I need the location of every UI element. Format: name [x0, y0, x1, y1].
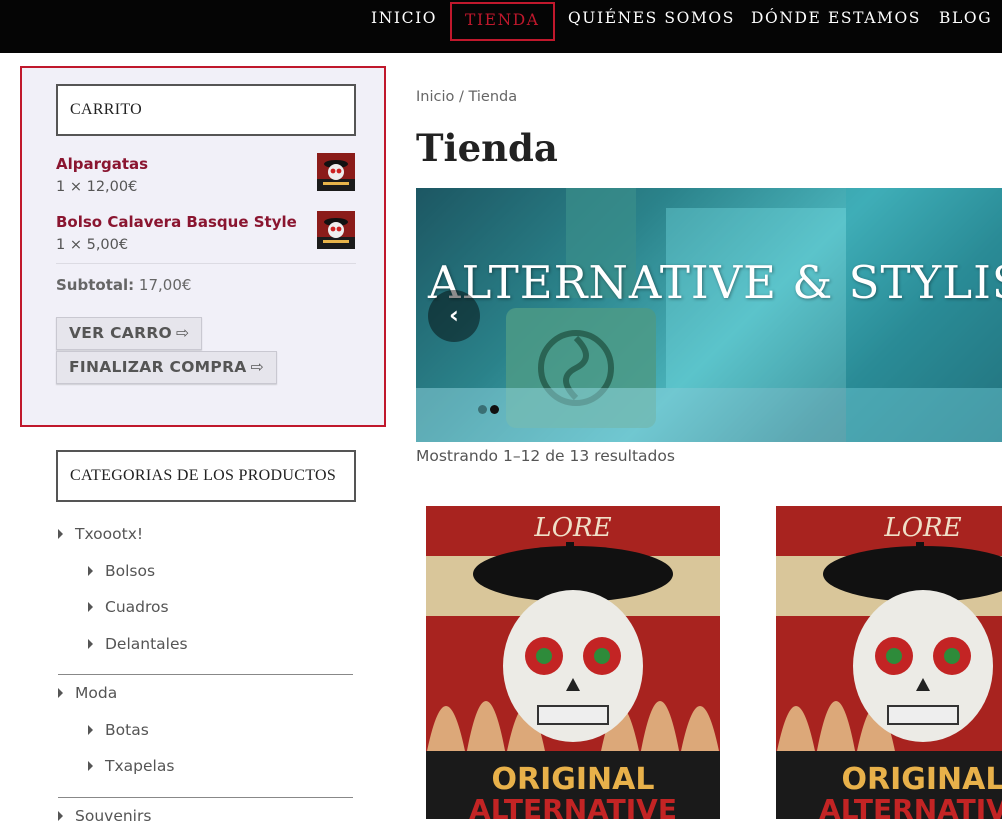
category-link-cuadros[interactable]: Cuadros [88, 598, 169, 616]
artwork-bottom-text-2: ALTERNATIVE [819, 793, 1002, 819]
subtotal-label: Subtotal: [56, 276, 135, 294]
category-divider [58, 674, 353, 675]
caret-right-icon [58, 529, 63, 539]
category-link-txoootx[interactable]: Txoootx! [58, 525, 143, 543]
categories-widget-title: CATEGORIAS DE LOS PRODUCTOS [56, 450, 356, 502]
cart-item-thumbnail[interactable] [317, 211, 355, 249]
cart-divider [56, 263, 356, 264]
caret-right-icon [88, 761, 93, 771]
arrow-right-icon: ⇨ [250, 358, 264, 376]
category-link-moda[interactable]: Moda [58, 684, 117, 702]
skull-product-image: LORE ORIGINAL ALTERNATIVE [776, 506, 1002, 819]
skull-product-image: LORE ORIGINAL ALTERNATIVE [426, 506, 720, 819]
product-image[interactable]: LORE ORIGINAL ALTERNATIVE [776, 506, 1002, 819]
category-link-bolsos[interactable]: Bolsos [88, 562, 155, 580]
result-count: Mostrando 1–12 de 13 resultados [416, 447, 675, 465]
nav-item-tienda[interactable]: TIENDA [450, 2, 555, 41]
caret-right-icon [88, 725, 93, 735]
caret-right-icon [88, 639, 93, 649]
hero-slider[interactable]: ALTERNATIVE & STYLISH ‹ [416, 188, 1002, 442]
slider-prev-button[interactable]: ‹ [428, 290, 480, 342]
cart-subtotal: Subtotal: 17,00€ [56, 276, 191, 294]
chevron-left-icon: ‹ [449, 301, 459, 329]
category-divider [58, 797, 353, 798]
breadcrumb[interactable]: Inicio / Tienda [416, 89, 517, 105]
slider-background-image [416, 188, 1002, 442]
caret-right-icon [88, 602, 93, 612]
artwork-top-text: LORE [533, 513, 611, 543]
slider-dot-active[interactable] [490, 405, 499, 414]
skull-thumbnail-image [317, 211, 355, 249]
category-link-souvenirs[interactable]: Souvenirs [58, 807, 151, 825]
cart-item-name-link[interactable]: Alpargatas [56, 155, 148, 173]
artwork-top-text: LORE [883, 513, 961, 543]
caret-right-icon [58, 811, 63, 821]
nav-item-blog[interactable]: BLOG [939, 0, 992, 40]
checkout-label: FINALIZAR COMPRA [69, 358, 247, 376]
cart-item-qty-price: 1 × 12,00€ [56, 179, 138, 195]
slider-caption: ALTERNATIVE & STYLISH [428, 256, 1002, 309]
cart-item-name-link[interactable]: Bolso Calavera Basque Style [56, 213, 297, 231]
top-navigation: INICIO TIENDA QUIÉNES SOMOS DÓNDE ESTAMO… [0, 0, 1002, 53]
artwork-bottom-text-1: ORIGINAL [492, 762, 655, 797]
skull-thumbnail-image [317, 153, 355, 191]
category-link-botas[interactable]: Botas [88, 721, 149, 739]
category-link-delantales[interactable]: Delantales [88, 635, 188, 653]
nav-item-quienes-somos[interactable]: QUIÉNES SOMOS [568, 0, 735, 40]
view-cart-button[interactable]: VER CARRO ⇨ [56, 317, 203, 350]
arrow-right-icon: ⇨ [176, 324, 190, 342]
caret-right-icon [58, 688, 63, 698]
artwork-bottom-text-1: ORIGINAL [842, 762, 1002, 797]
artwork-bottom-text-2: ALTERNATIVE [469, 793, 677, 819]
category-link-txapelas[interactable]: Txapelas [88, 757, 174, 775]
nav-item-donde-estamos[interactable]: DÓNDE ESTAMOS [751, 0, 921, 40]
cart-item-qty-price: 1 × 5,00€ [56, 237, 129, 253]
cart-item-thumbnail[interactable] [317, 153, 355, 191]
page-title: Tienda [416, 126, 558, 170]
nav-item-inicio[interactable]: INICIO [371, 0, 437, 40]
cart-widget-title: CARRITO [56, 84, 356, 136]
subtotal-value: 17,00€ [138, 276, 192, 294]
product-image[interactable]: LORE ORIGINAL ALTERNATIVE [426, 506, 720, 819]
view-cart-label: VER CARRO [69, 324, 173, 342]
caret-right-icon [88, 566, 93, 576]
checkout-button[interactable]: FINALIZAR COMPRA ⇨ [56, 351, 277, 384]
slider-dot[interactable] [478, 405, 487, 414]
